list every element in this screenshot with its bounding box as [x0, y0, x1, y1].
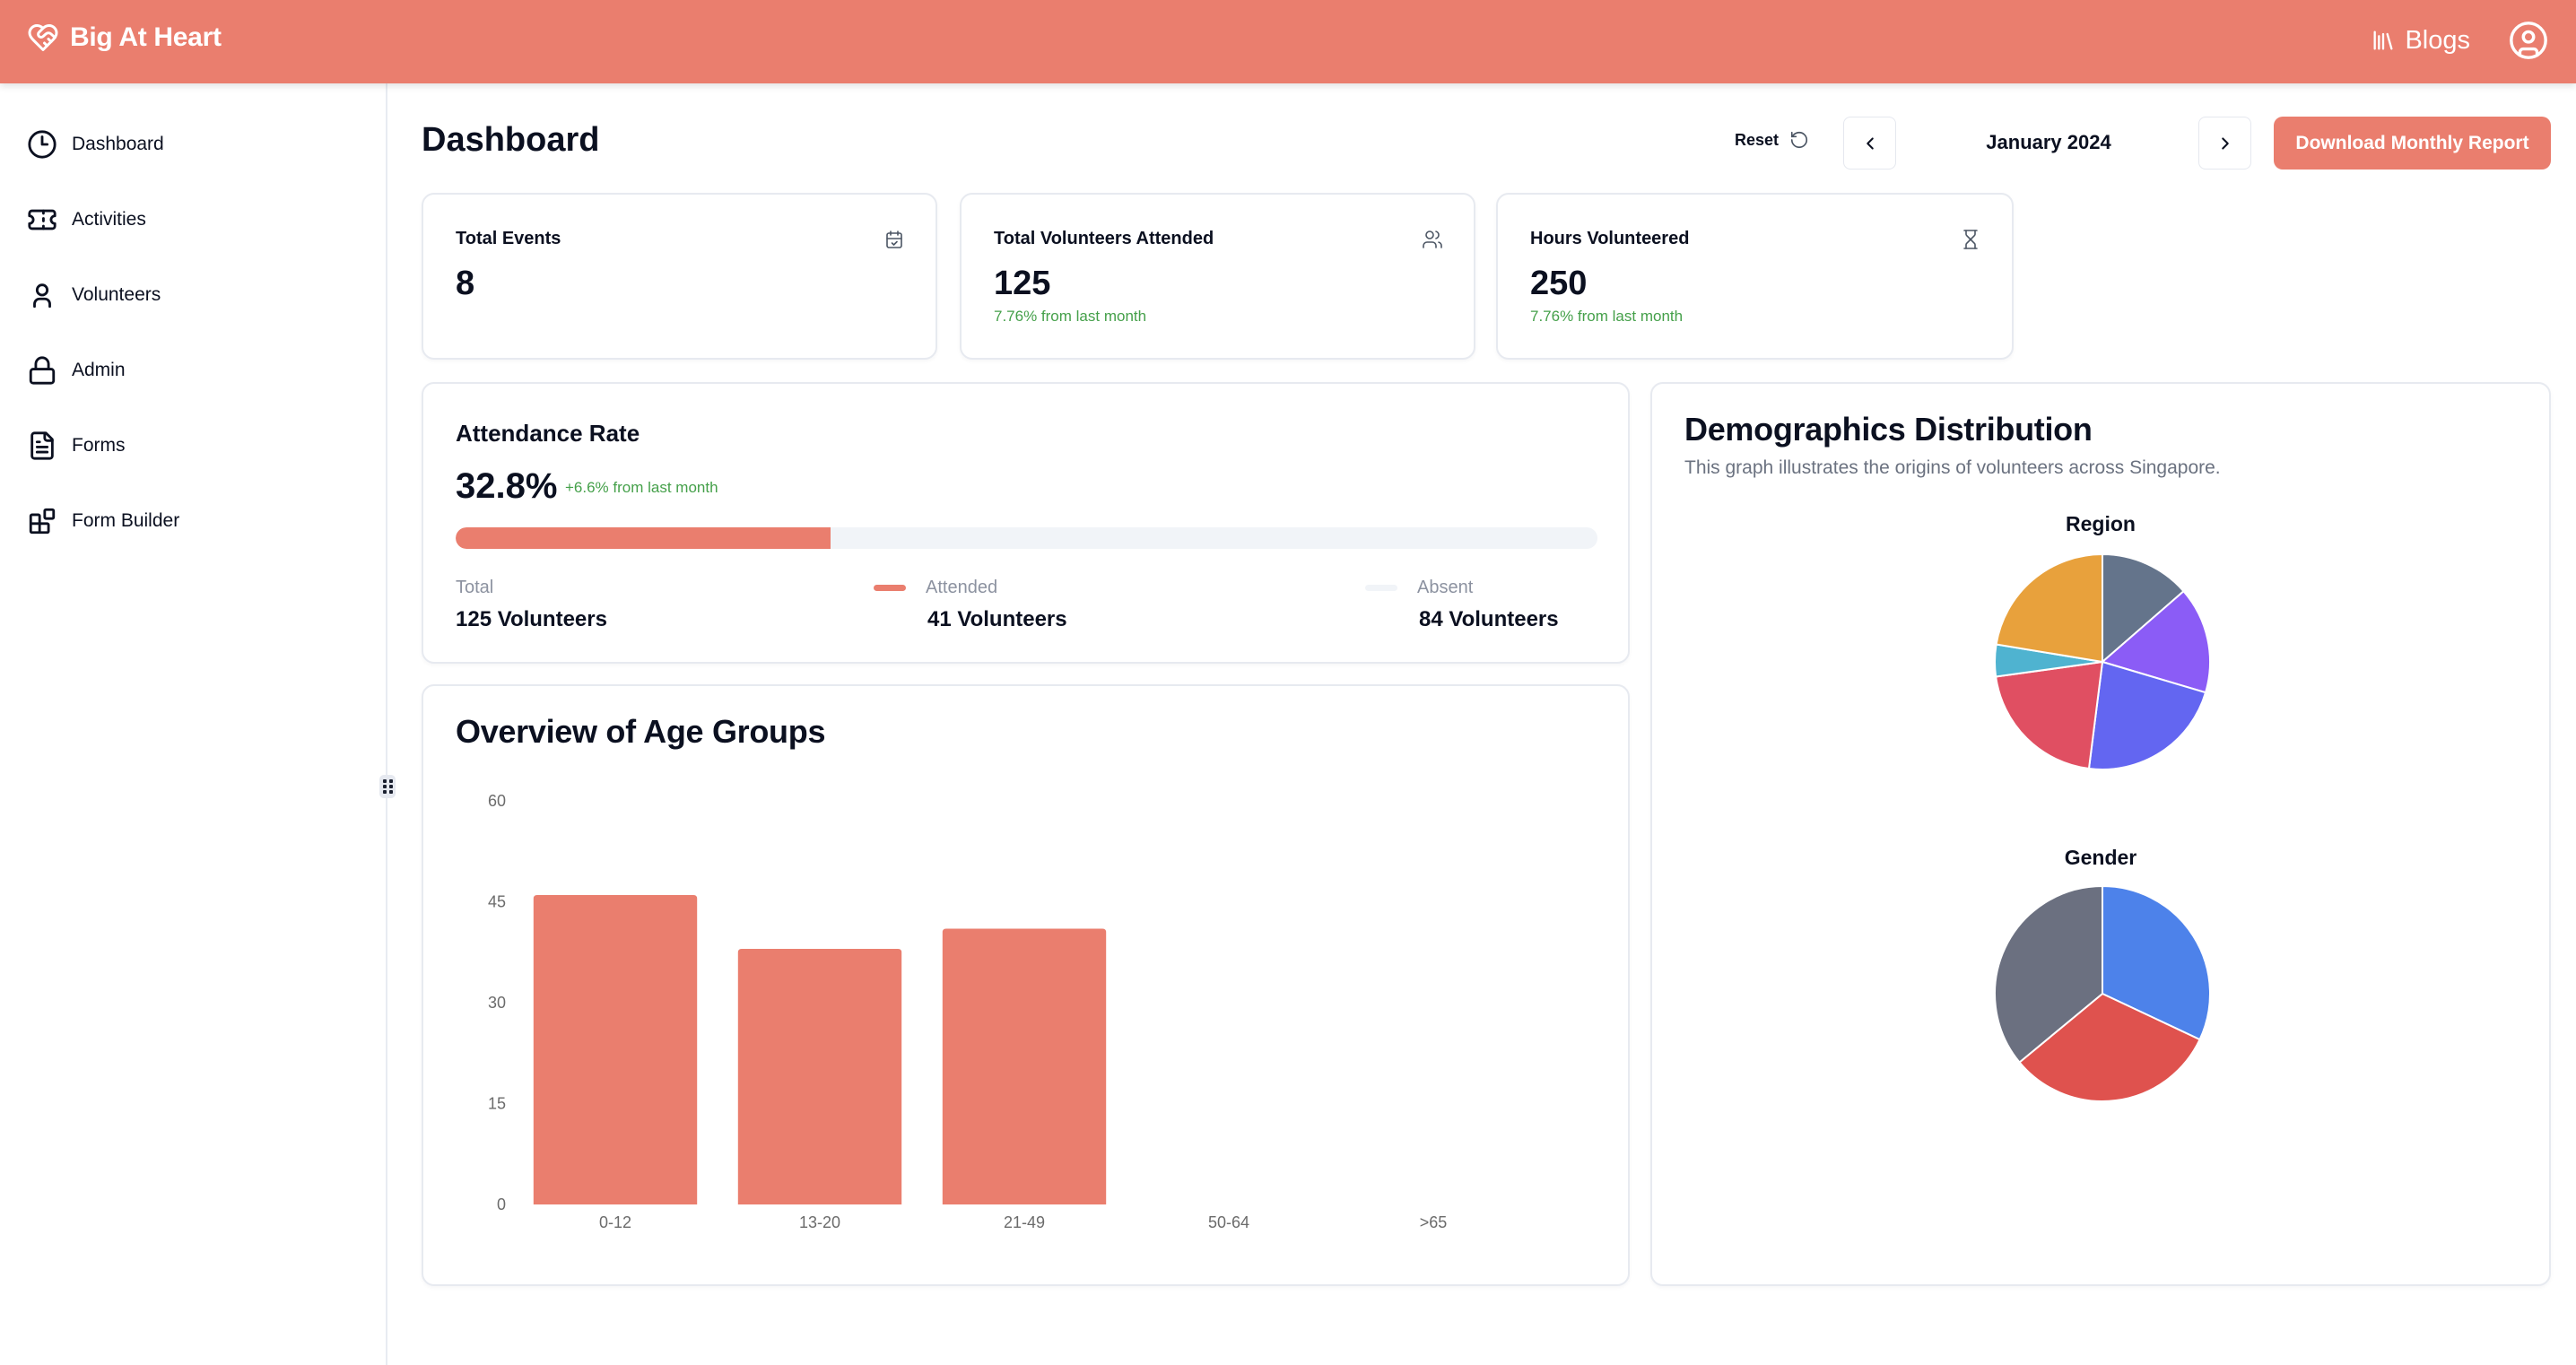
stat-title: Total Events: [456, 229, 561, 248]
stat-title: Hours Volunteered: [1530, 229, 1690, 248]
sidebar-item-form-builder[interactable]: Form Builder: [27, 503, 179, 539]
stat-card-total-volunteers: Total Volunteers Attended 125 7.76% from…: [960, 193, 1475, 360]
sidebar-item-label: Dashboard: [72, 134, 164, 154]
stat-value: 250: [1530, 265, 1588, 302]
pie-slice-orange[interactable]: [1995, 552, 2103, 664]
y-tick-label: 45: [488, 893, 506, 911]
ticket-icon: [28, 209, 57, 230]
sidebar-item-forms[interactable]: Forms: [27, 428, 126, 464]
chevron-left-icon: [1866, 136, 1874, 150]
stat-title: Total Volunteers Attended: [994, 229, 1214, 248]
sidebar-item-label: Forms: [72, 435, 126, 456]
stat-value: 125: [994, 265, 1051, 302]
attendance-title: Attendance Rate: [456, 420, 640, 447]
file-text-icon: [30, 431, 54, 460]
demographics-title: Demographics Distribution: [1684, 411, 2093, 448]
sidebar-item-label: Admin: [72, 360, 126, 380]
x-tick-label: 0-12: [599, 1213, 631, 1231]
chart-title: Overview of Age Groups: [456, 713, 826, 750]
top-navbar: Big At Heart Blogs: [0, 0, 2576, 83]
x-tick-label: 13-20: [799, 1213, 840, 1231]
pie-slice-red[interactable]: [1995, 660, 2104, 770]
brand-name: Big At Heart: [70, 22, 222, 52]
main-content: Dashboard Reset January 2024 Download Mo…: [389, 83, 2576, 1365]
sidebar: Dashboard Activities Volunteers Admin Fo…: [0, 83, 387, 1365]
sidebar-item-admin[interactable]: Admin: [27, 352, 126, 388]
user-icon: [33, 283, 51, 309]
demographics-card: Demographics Distribution This graph ill…: [1650, 382, 2551, 1286]
age-groups-bar-chart: 0 15 30 45 60 0-12 13-20 21-49 50-64 >65: [488, 792, 1448, 1231]
sidebar-item-label: Volunteers: [72, 284, 161, 305]
gender-pie-chart: [1994, 884, 2211, 1102]
sidebar-item-activities[interactable]: Activities: [27, 202, 146, 238]
x-tick-label: >65: [1420, 1213, 1448, 1231]
legend-label: Total: [456, 578, 494, 597]
attendance-progress-bar: [456, 527, 1597, 549]
region-pie-title: Region: [2066, 512, 2136, 535]
region-pie-chart: [1994, 552, 2211, 770]
stat-value: 8: [456, 265, 475, 302]
blocks-icon: [29, 508, 56, 535]
legend-attended: Attended 41 Volunteers: [874, 578, 1067, 632]
sidebar-item-label: Activities: [72, 209, 146, 230]
x-tick-label: 50-64: [1208, 1213, 1249, 1231]
legend-value: 41 Volunteers: [927, 607, 1067, 631]
heart-handshake-icon: [28, 24, 58, 51]
users-icon: [1423, 230, 1442, 248]
blogs-link[interactable]: Blogs: [2371, 26, 2470, 56]
current-month: January 2024: [1986, 131, 2111, 153]
brand-link[interactable]: Big At Heart: [27, 22, 222, 54]
lock-icon: [29, 356, 56, 385]
y-tick-label: 30: [488, 994, 506, 1012]
legend-label: Absent: [1417, 578, 1474, 597]
sidebar-item-volunteers[interactable]: Volunteers: [27, 277, 161, 313]
library-icon: [2373, 30, 2393, 50]
legend-label: Attended: [926, 578, 998, 597]
x-tick-label: 21-49: [1004, 1213, 1045, 1231]
stat-delta: 7.76% from last month: [1530, 308, 1684, 325]
sidebar-item-dashboard[interactable]: Dashboard: [27, 126, 164, 162]
y-tick-label: 0: [497, 1195, 506, 1213]
stat-delta: 7.76% from last month: [994, 308, 1147, 325]
clock-icon: [28, 130, 57, 159]
legend-total: Total 125 Volunteers: [456, 578, 607, 632]
stat-card-hours-volunteered: Hours Volunteered 250 7.76% from last mo…: [1496, 193, 2014, 360]
legend-absent: Absent 84 Volunteers: [1365, 578, 1559, 632]
blogs-label: Blogs: [2405, 25, 2470, 55]
chevron-right-icon: [2221, 136, 2229, 150]
bar-13-20[interactable]: [737, 949, 902, 1204]
y-tick-label: 60: [488, 792, 506, 810]
attendance-card: Attendance Rate 32.8% +6.6% from last mo…: [422, 382, 1630, 664]
stat-card-total-events: Total Events 8: [422, 193, 937, 360]
demographics-subtitle: This graph illustrates the origins of vo…: [1684, 457, 2221, 478]
user-circle-icon[interactable]: [2508, 20, 2549, 61]
legend-value: 125 Volunteers: [456, 607, 607, 631]
gender-pie-title: Gender: [2064, 846, 2137, 869]
reset-label: Reset: [1735, 130, 1780, 149]
rotate-ccw-icon: [1790, 131, 1808, 149]
age-groups-card: Overview of Age Groups 0 15 30 45 60 0-12 13-2…: [422, 684, 1630, 1286]
previous-month-button[interactable]: [1843, 117, 1896, 170]
calendar-check-icon: [886, 230, 902, 248]
attendance-delta: +6.6% from last month: [565, 479, 718, 496]
legend-value: 84 Volunteers: [1419, 607, 1559, 631]
page-title: Dashboard: [422, 121, 600, 159]
y-tick-label: 15: [488, 1095, 506, 1113]
bar-0-12[interactable]: [533, 895, 698, 1204]
download-report-button[interactable]: Download Monthly Report: [2274, 117, 2551, 170]
attendance-progress-fill: [456, 527, 831, 549]
attendance-rate: 32.8%: [456, 466, 558, 506]
next-month-button[interactable]: [2198, 117, 2251, 170]
hourglass-icon: [1963, 230, 1978, 249]
absent-swatch: [1365, 585, 1397, 591]
bar-21-49[interactable]: [942, 928, 1107, 1205]
reset-button[interactable]: Reset: [1735, 130, 1809, 150]
attended-swatch: [874, 585, 906, 591]
sidebar-item-label: Form Builder: [72, 510, 180, 531]
